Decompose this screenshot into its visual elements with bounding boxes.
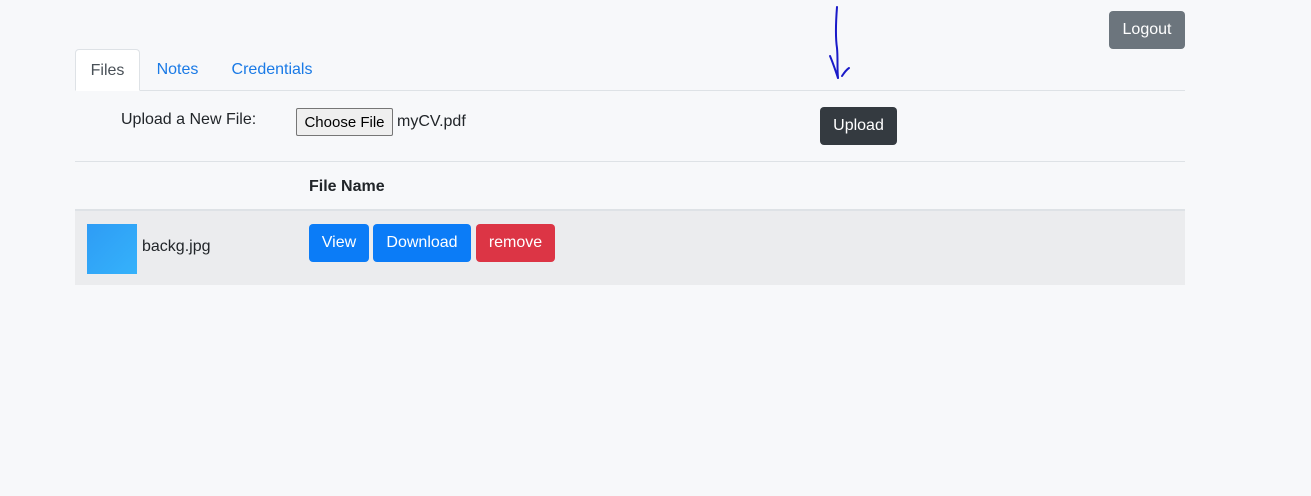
column-header-file-name: File Name [309,178,385,195]
download-button[interactable]: Download [373,224,471,262]
upload-button[interactable]: Upload [820,107,897,145]
page: Logout Files Notes Credentials Upload a … [0,0,1311,496]
upload-form: Upload a New File: Choose File myCV.pdf … [75,91,1185,162]
tab-credentials[interactable]: Credentials [217,49,327,91]
hand-drawn-arrow-icon [829,6,850,79]
view-button[interactable]: View [309,224,369,262]
tab-bar: Files Notes Credentials [75,49,1185,91]
upload-label: Upload a New File: [121,111,257,128]
tab-notes[interactable]: Notes [141,49,214,91]
table-header: File Name [75,162,1185,211]
choose-file-button[interactable]: Choose File [296,108,393,136]
image-thumbnail-icon [87,224,137,274]
table-row: backg.jpg View Download remove [75,211,1185,285]
logout-button[interactable]: Logout [1109,11,1185,49]
tab-files[interactable]: Files [75,49,140,91]
chosen-file-name: myCV.pdf [397,113,466,130]
remove-button[interactable]: remove [476,224,555,262]
file-name: backg.jpg [142,238,211,255]
